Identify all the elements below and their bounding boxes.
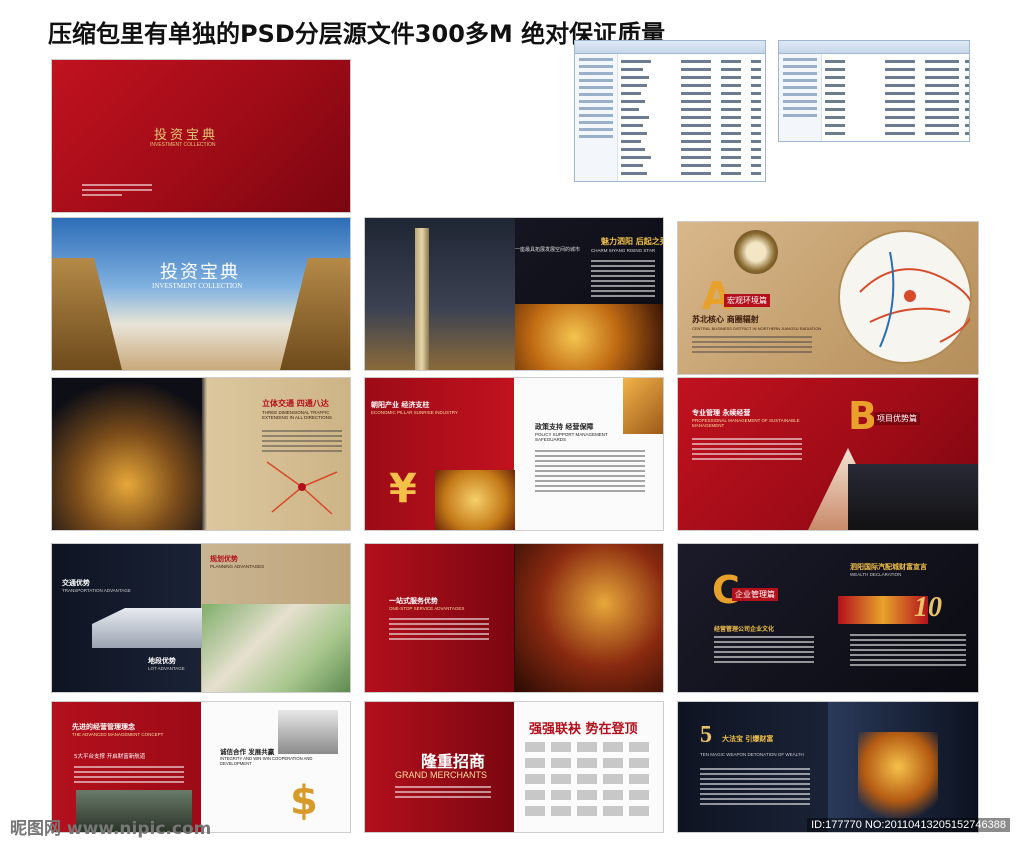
window-sidebar (779, 54, 822, 141)
cover-text-lines (82, 184, 152, 199)
watermark: 昵图网 www.nipic.com (10, 819, 212, 839)
spread-sky: 投资宝典 INVESTMENT COLLECTION (52, 218, 350, 370)
page-title: 压缩包里有单独的PSD分层源文件300多M 绝对保证质量 (48, 20, 666, 48)
spread-industry: 朝阳产业 经济支柱 ECONOMIC PILLAR SUNRISE INDUST… (365, 378, 663, 530)
gold-pile-image (435, 470, 515, 530)
spread7-heading: 交通优势 (62, 579, 90, 587)
spread2-quote: 一座最具拓展发展空间的城市 (515, 247, 581, 253)
spread-traffic: 立体交通 四通八达 THREE DIMENSIONAL TRAFFIC EXTE… (52, 378, 350, 530)
spread4-heading: 立体交通 四通八达 (262, 399, 329, 408)
spread-transport: 交通优势 TRANSPORTATION ADVANTAGE 地段优势 LOT A… (52, 544, 350, 692)
traffic-map (266, 461, 338, 515)
spread11-sub: GRAND MERCHANTS (395, 770, 488, 780)
spread6-sub: PROFESSIONAL MANAGEMENT OF SUSTAINABLE M… (692, 418, 800, 428)
spread9-badge: 企业管理篇 (732, 588, 778, 601)
spread3-heading: 苏北核心 商圈辐射 (692, 315, 759, 324)
spread4-sub: THREE DIMENSIONAL TRAFFIC EXTENDING IN A… (262, 410, 332, 420)
handshake-photo (278, 710, 338, 754)
spread2-heading: 魅力泗阳 后起之秀 (601, 237, 663, 246)
spread12-number: 5 (700, 722, 712, 748)
spread-merchants: 隆重招商 GRAND MERCHANTS 强强联袂 势在登顶 (365, 702, 663, 832)
spread-logo-en: INVESTMENT COLLECTION (152, 282, 243, 290)
brand-logos-grid (525, 742, 649, 816)
spread-macro: A 宏观环境篇 苏北核心 商圈辐射 CENTRAL BUSINESS DISTR… (678, 222, 978, 374)
spread-logo-cn: 投资宝典 (160, 262, 240, 282)
left-statue (52, 258, 122, 370)
spread-wealth: 5 大法宝 引爆财富 TEN MAGIC WEAPON DETONATION O… (678, 702, 978, 832)
spread7-sub3: LOT ADVANTAGE (148, 666, 185, 671)
spread-concept: 先进的经营管理理念 THE ADVANCED MANAGEMENT CONCEP… (52, 702, 350, 832)
spread10-sub2: INTEGRITY AND WIN-WIN COOPERATION AND DE… (220, 756, 313, 766)
tower (415, 228, 429, 370)
spread11-heading2: 强强联袂 势在登顶 (529, 722, 638, 737)
map-routes (859, 251, 974, 348)
spread5-sub2: POLICY SUPPORT MANAGEMENT SAFEGUARDS (535, 432, 608, 442)
cover-logo-en: INVESTMENT COLLECTION (150, 142, 216, 148)
dollar-sign: $ (290, 778, 318, 824)
region-map (838, 230, 974, 364)
corner-image (623, 378, 663, 434)
spread-service: 一站式服务优势 ONE-STOP SERVICE ADVANTAGES (365, 544, 663, 692)
spread6-heading: 专业管理 永续经营 (692, 409, 751, 417)
spread3-sub: CENTRAL BUSINESS DISTRICT IN NORTHERN JI… (692, 326, 822, 331)
cover-panel: 投资宝典 INVESTMENT COLLECTION (52, 60, 350, 212)
planning-aerial-image (202, 604, 350, 692)
spread-charm: 一座最具拓展发展空间的城市 魅力泗阳 后起之秀 CHARM SIYANG RIS… (365, 218, 663, 370)
right-statue (280, 258, 350, 370)
interchange-image (52, 378, 202, 530)
spread9-heading: 经营管理公司企业文化 (714, 626, 775, 633)
cover-logo-cn: 投资宝典 (154, 127, 219, 142)
yuan-sign: ¥ (389, 466, 417, 512)
spread10-heading2: 诚信合作 发展共赢 (220, 748, 275, 756)
gold-yuan-image (515, 304, 663, 370)
spread5-heading: 朝阳产业 经济支柱 (371, 401, 430, 409)
window-sidebar (575, 54, 618, 181)
spread8-sub: ONE-STOP SERVICE ADVANTAGES (389, 606, 465, 611)
spread10-tagline: 5大平台支撑 开启财富新航道 (74, 754, 146, 760)
spread9-number: 10 (914, 592, 942, 623)
spread7-heading2: 规划优势 (210, 555, 238, 563)
compass-icon (734, 230, 778, 274)
spread8-heading: 一站式服务优势 (389, 597, 438, 605)
spread-management: 专业管理 永续经营 PROFESSIONAL MANAGEMENT OF SUS… (678, 378, 978, 530)
file-browser-window-2 (778, 40, 970, 142)
spread5-sub: ECONOMIC PILLAR SUNRISE INDUSTRY (371, 410, 458, 415)
window-titlebar (779, 41, 969, 54)
train-image (92, 608, 202, 648)
spread9-heading2: 泗阳国际汽配城财富宣言 (850, 563, 927, 571)
spread10-heading: 先进的经营管理理念 (72, 723, 135, 731)
spread10-sub: THE ADVANCED MANAGEMENT CONCEPT (72, 732, 164, 737)
shopping-collage-image (515, 544, 663, 692)
spread12-heading: 大法宝 引爆财富 (722, 735, 774, 743)
spread9-sub2: WEALTH DECLARATION (850, 572, 902, 577)
spread7-sub: TRANSPORTATION ADVANTAGE (62, 588, 131, 593)
spread7-heading3: 地段优势 (148, 657, 176, 665)
spread7-sub2: PLANNING ADVANTAGES (210, 564, 265, 569)
spread12-sub: TEN MAGIC WEAPON DETONATION OF WEALTH (700, 752, 804, 757)
money-tree-image (858, 732, 938, 832)
team-photo (848, 464, 978, 530)
spread2-sub: CHARM SIYANG RISING STAR (591, 248, 656, 253)
spread6-badge: 项目优势篇 (874, 412, 920, 425)
spread-enterprise: C 企业管理篇 经营管理公司企业文化 泗阳国际汽配城财富宣言 WEALTH DE… (678, 544, 978, 692)
spread6-letter: B (848, 394, 877, 438)
tower-image (365, 218, 515, 370)
window-titlebar (575, 41, 765, 54)
file-browser-window (574, 40, 766, 182)
image-id: ID:177770 NO:20110413205152746388 (807, 818, 1010, 832)
spread11-heading: 隆重招商 (421, 752, 486, 771)
spread5-heading2: 政策支持 经营保障 (535, 423, 594, 431)
spread3-badge: 宏观环境篇 (724, 294, 770, 307)
